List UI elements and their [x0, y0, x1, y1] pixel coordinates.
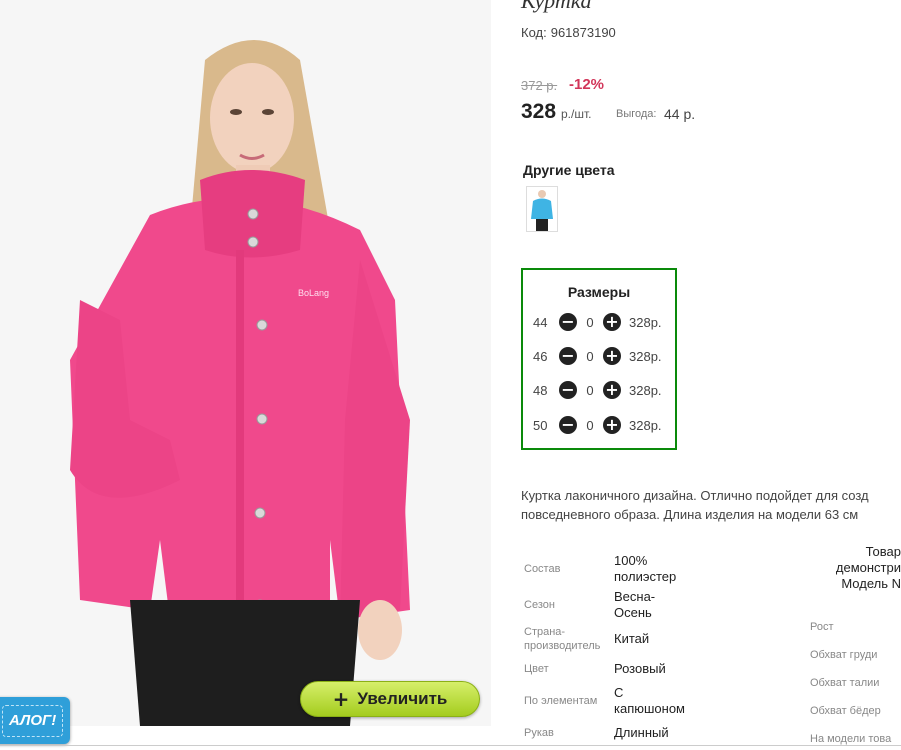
sizes-panel: Размеры 44 − 0 + 328р. 46 − 0 + 328р. 48… — [521, 268, 677, 450]
minus-icon[interactable]: − — [559, 416, 577, 434]
size-qty: 0 — [586, 382, 594, 398]
size-price: 328р. — [629, 382, 662, 398]
discount-badge: -12% — [569, 76, 605, 93]
prop-value-line: Осень — [614, 605, 652, 620]
prop-label: Состав — [524, 563, 561, 575]
size-row: 50 − 0 + 328р. — [533, 414, 662, 436]
size-row: 48 − 0 + 328р. — [533, 379, 662, 401]
size-label: 44 — [533, 314, 548, 330]
model-info-line: Модель N — [841, 576, 901, 591]
color-swatch-blue[interactable] — [526, 186, 558, 232]
prop-value-line: полиэстер — [614, 569, 677, 584]
plus-icon: + — [332, 687, 350, 711]
measurement-label: На модели това — [810, 733, 892, 745]
model-info-line: демонстри — [835, 560, 901, 575]
prop-value: Длинный — [614, 725, 669, 740]
prop-value: Розовый — [614, 661, 666, 676]
plus-icon[interactable]: + — [603, 381, 621, 399]
catalog-tab[interactable]: АЛОГ! — [0, 697, 70, 744]
measurement-label: Обхват груди — [810, 649, 878, 661]
size-qty: 0 — [586, 314, 594, 330]
model-info: Товар демонстри Модель N — [830, 544, 901, 592]
blue-jacket-thumbnail-icon — [531, 190, 553, 231]
sizes-title: Размеры — [567, 284, 631, 300]
prop-label: Рукав — [524, 727, 554, 739]
prop-value: 100% полиэстер — [614, 553, 676, 585]
description-line: Куртка лаконичного дизайна. Отлично подо… — [521, 488, 869, 503]
catalog-tab-inner: АЛОГ! — [2, 704, 64, 737]
prop-label: По элементам — [524, 695, 598, 707]
plus-icon[interactable]: + — [603, 347, 621, 365]
savings-value: 44 р. — [664, 106, 696, 122]
prop-label-line: производитель — [524, 640, 601, 652]
prop-label-line: Страна- — [524, 626, 566, 638]
plus-icon[interactable]: + — [603, 313, 621, 331]
savings-label: Выгода: — [616, 108, 657, 120]
prop-label: Страна- производитель — [524, 625, 600, 653]
description-line: повседневного образа. Длина изделия на м… — [521, 507, 859, 522]
product-photo[interactable]: BoLang — [0, 0, 491, 726]
minus-icon[interactable]: − — [559, 381, 577, 399]
svg-text:BoLang: BoLang — [298, 288, 329, 298]
size-price: 328р. — [629, 348, 662, 364]
size-qty: 0 — [586, 348, 594, 364]
plus-icon[interactable]: + — [603, 416, 621, 434]
prop-label: Цвет — [524, 663, 549, 675]
zoom-button-label: Увеличить — [357, 689, 448, 708]
old-price: 372 р. — [521, 78, 558, 93]
prop-label: Сезон — [524, 599, 555, 611]
zoom-button[interactable]: + Увеличить — [300, 681, 480, 717]
product-code: Код: 961873190 — [521, 25, 616, 40]
minus-icon[interactable]: − — [559, 347, 577, 365]
prop-value: С капюшоном — [614, 685, 685, 717]
prop-value: Весна- Осень — [614, 589, 655, 621]
catalog-tab-label: АЛОГ! — [9, 711, 57, 729]
product-image: BoLang — [0, 0, 491, 726]
product-code-label: Код: — [521, 25, 547, 40]
size-label: 50 — [533, 417, 548, 433]
size-label: 48 — [533, 382, 548, 398]
prop-value: Китай — [614, 631, 650, 646]
prop-value-line: 100% — [614, 553, 648, 568]
product-title: Куртка — [521, 0, 592, 13]
minus-icon[interactable]: − — [559, 313, 577, 331]
product-code-value: 961873190 — [550, 25, 616, 40]
prop-value-line: С — [614, 685, 624, 700]
size-price: 328р. — [629, 417, 662, 433]
prop-value-line: капюшоном — [614, 701, 685, 716]
price-unit: р./шт. — [561, 107, 592, 121]
size-row: 44 − 0 + 328р. — [533, 311, 662, 333]
size-row: 46 − 0 + 328р. — [533, 345, 662, 367]
current-price: 328 — [521, 100, 557, 123]
measurement-label: Обхват бёдер — [810, 705, 881, 717]
divider — [0, 745, 901, 746]
prop-value-line: Весна- — [614, 589, 656, 604]
measurement-label: Рост — [810, 621, 834, 633]
size-qty: 0 — [586, 417, 594, 433]
measurement-label: Обхват талии — [810, 677, 880, 689]
size-price: 328р. — [629, 314, 662, 330]
other-colors-title: Другие цвета — [523, 162, 615, 178]
model-info-line: Товар — [865, 544, 901, 559]
size-label: 46 — [533, 348, 548, 364]
product-description: Куртка лаконичного дизайна. Отлично подо… — [521, 486, 901, 524]
